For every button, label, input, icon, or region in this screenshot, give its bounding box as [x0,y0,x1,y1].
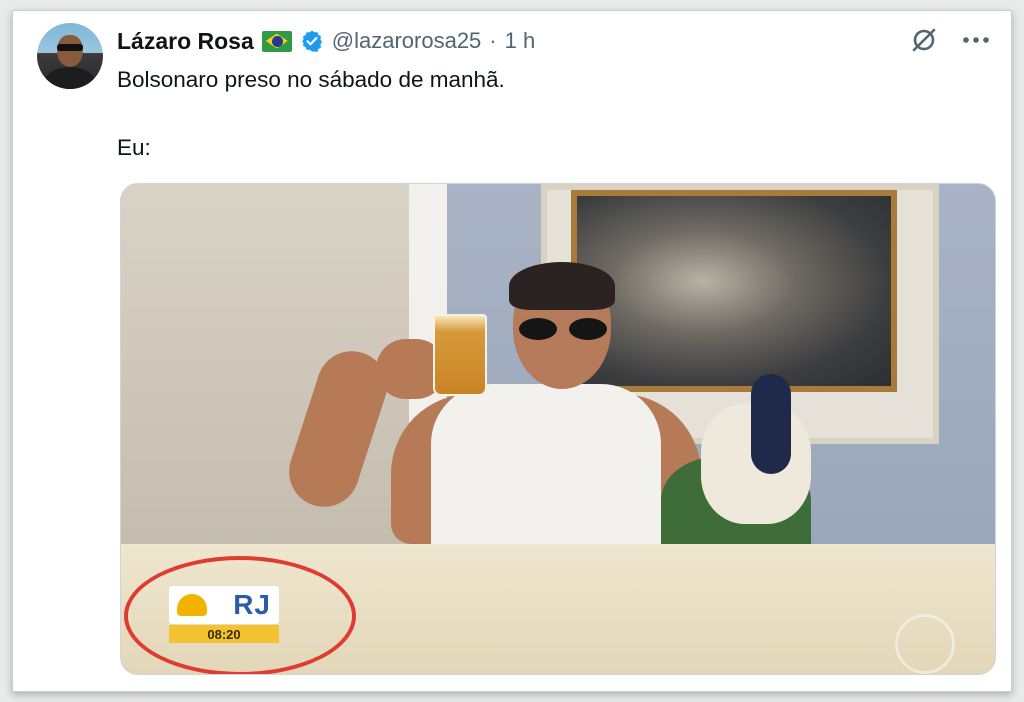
sun-icon [177,594,207,616]
separator-dot: · [489,28,497,53]
avatar[interactable] [37,23,103,89]
tv-globo-watermark-icon [895,614,955,674]
tweet-header: Lázaro Rosa @lazarorosa25 · 1 h [117,27,535,55]
scene-person-hair [509,262,615,310]
avatar-face [57,35,83,67]
tweet-media-image[interactable]: RJ 08:20 [120,183,996,675]
rj-tv-logo: RJ [169,586,279,624]
grok-icon-svg [912,28,936,52]
brazil-flag-icon [261,30,292,52]
tweet-actions-top [909,25,991,55]
more-dots-svg [963,37,989,43]
scene-painting [571,190,897,392]
avatar-sunglasses [57,44,83,51]
scene-person-tank-top [431,384,661,559]
grok-icon[interactable] [909,25,939,55]
author-handle[interactable]: @lazarorosa25 [332,28,482,54]
tweet-text: Bolsonaro preso no sábado de manhã. Eu: [117,67,505,160]
author-name[interactable]: Lázaro Rosa [117,28,254,55]
tweet-card[interactable]: Lázaro Rosa @lazarorosa25 · 1 h Bolsonar… [12,10,1012,692]
broadcast-time: 08:20 [169,625,279,643]
scene-beer-glass [433,314,487,396]
post-time[interactable]: 1 h [505,28,536,54]
rj-logo-text: RJ [233,589,271,620]
more-options-icon[interactable] [961,25,991,55]
verified-badge-icon[interactable] [300,29,324,53]
scene-person-sunglasses [519,318,607,340]
avatar-body [45,67,95,89]
